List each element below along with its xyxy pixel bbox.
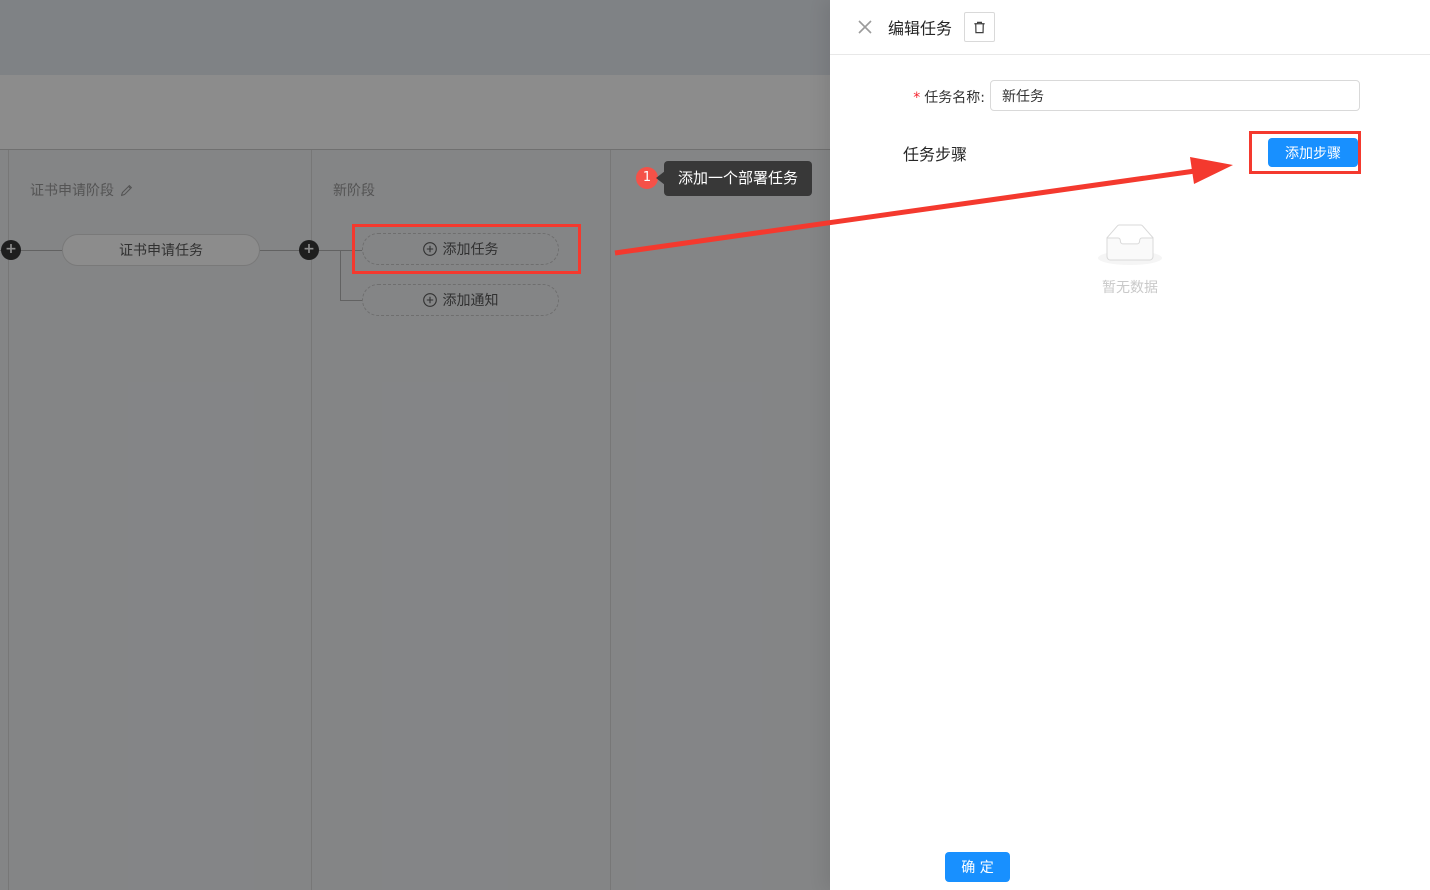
guide-step-badge: 1 <box>636 167 658 189</box>
close-icon[interactable] <box>858 20 872 34</box>
add-step-button[interactable]: 添加步骤 <box>1268 138 1358 167</box>
drawer-title: 编辑任务 <box>888 15 952 39</box>
empty-box-icon <box>1098 224 1162 265</box>
task-steps-label: 任务步骤 <box>903 141 967 165</box>
task-name-label: *任务名称: <box>830 87 985 107</box>
drawer-header: 编辑任务 <box>830 0 1430 55</box>
empty-state: 暂无数据 <box>830 224 1430 297</box>
edit-task-drawer: 编辑任务 *任务名称: 任务步骤 添加步骤 暂无数据 确 定 <box>830 0 1430 890</box>
confirm-button[interactable]: 确 定 <box>945 852 1010 882</box>
trash-icon <box>972 20 987 35</box>
required-asterisk: * <box>913 90 920 106</box>
delete-task-button[interactable] <box>964 12 995 42</box>
task-name-input[interactable] <box>990 80 1360 111</box>
empty-state-text: 暂无数据 <box>830 277 1430 297</box>
guide-tooltip: 添加一个部署任务 <box>664 161 812 196</box>
